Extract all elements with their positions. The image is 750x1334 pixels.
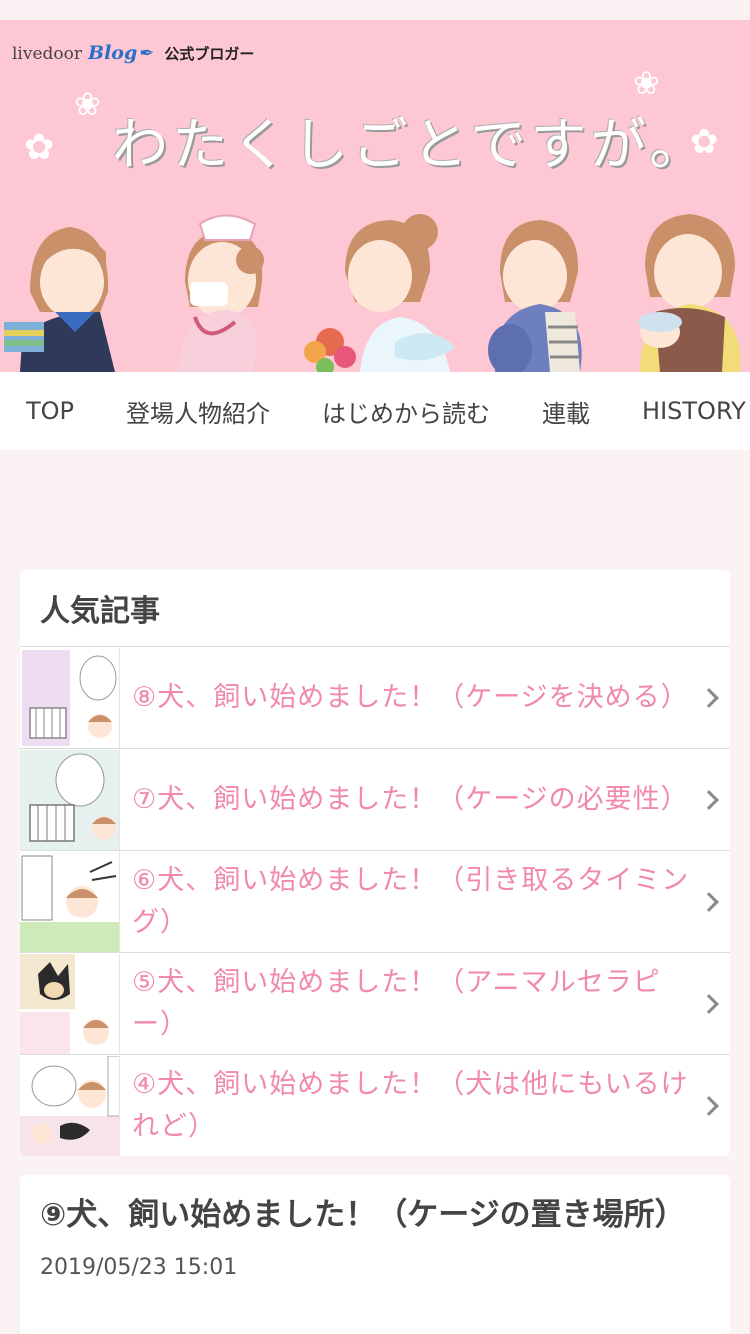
popular-articles-title: 人気記事 <box>20 570 730 647</box>
article-title[interactable]: ⑨犬、飼い始めました！（ケージの置き場所） <box>40 1195 710 1235</box>
article-date: 2019/05/23 15:01 <box>40 1255 238 1280</box>
nav-item-history[interactable]: HISTORY <box>642 397 746 425</box>
article-thumbnail <box>20 851 120 952</box>
blog-title: わたくしごとですが。 <box>112 113 710 178</box>
global-nav: TOP 登場人物紹介 はじめから読む 連載 HISTORY <box>0 372 750 450</box>
popular-article-title: ⑤犬、飼い始めました！（アニマルセラピー） <box>132 966 661 1040</box>
character-pregnant <box>488 220 582 372</box>
nav-item-top[interactable]: TOP <box>26 397 74 425</box>
nav-item-characters[interactable]: 登場人物紹介 <box>126 394 270 429</box>
popular-article-title: ⑦犬、飼い始めました！（ケージの必要性） <box>132 783 689 815</box>
popular-article-item[interactable]: ⑧犬、飼い始めました！（ケージを決める） <box>20 647 730 749</box>
character-bride <box>304 214 455 372</box>
popular-article-item[interactable]: ④犬、飼い始めました！（犬は他にもいるけれど） <box>20 1055 730 1156</box>
character-student <box>4 227 115 372</box>
header-illustration <box>4 214 741 372</box>
article-thumbnail <box>20 1056 120 1156</box>
flower-icon: ❀ <box>74 85 101 123</box>
popular-articles: 人気記事 ⑧犬、飼い始めました！（ケージを決める） ⑦犬、飼い始めました！（ケー… <box>20 570 730 1156</box>
nav-item-series[interactable]: 連載 <box>542 394 590 429</box>
livedoor-blog-logo: livedoor Blog ✒ 公式ブロガー <box>12 42 254 64</box>
flower-icon: ❀ <box>633 64 660 102</box>
flower-icon: ✿ <box>24 127 55 168</box>
popular-article-title: ④犬、飼い始めました！（犬は他にもいるけれど） <box>132 1069 689 1142</box>
nav-item-read-from-start[interactable]: はじめから読む <box>322 394 490 429</box>
character-nurse <box>178 214 264 372</box>
article-thumbnail <box>20 647 120 748</box>
brand-blog: Blog <box>88 42 138 64</box>
popular-article-title: ⑥犬、飼い始めました！（引き取るタイミング） <box>132 864 690 938</box>
article-thumbnail <box>20 953 120 1054</box>
popular-article-title: ⑧犬、飼い始めました！（ケージを決める） <box>132 681 689 713</box>
character-mother <box>638 214 741 372</box>
popular-article-item[interactable]: ⑦犬、飼い始めました！（ケージの必要性） <box>20 749 730 851</box>
feather-icon: ✒ <box>139 43 155 64</box>
brand-official-blogger: 公式ブロガー <box>164 45 255 63</box>
header-banner[interactable]: livedoor Blog ✒ 公式ブロガー ❀ ✿ ❀ ✿ わたくしごとですが… <box>0 20 750 372</box>
popular-article-item[interactable]: ⑥犬、飼い始めました！（引き取るタイミング） <box>20 851 730 953</box>
article-thumbnail <box>20 749 120 850</box>
brand-livedoor: livedoor <box>12 44 83 64</box>
popular-article-item[interactable]: ⑤犬、飼い始めました！（アニマルセラピー） <box>20 953 730 1055</box>
article-card: ⑨犬、飼い始めました！（ケージの置き場所） 2019/05/23 15:01 <box>20 1175 730 1334</box>
